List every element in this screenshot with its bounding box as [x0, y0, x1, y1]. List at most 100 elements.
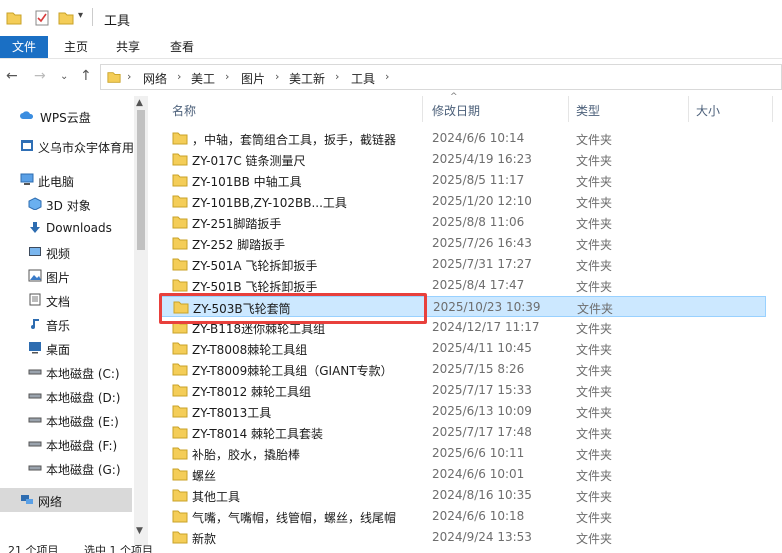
- folder-icon: [172, 426, 188, 439]
- breadcrumb-separator-icon: ›: [127, 70, 132, 83]
- address-row: ← → ⌄ ↑ › 网络 › 美工 › 图片 › 美工新 › 工具 ›: [0, 62, 782, 92]
- column-name[interactable]: 名称: [172, 102, 196, 119]
- table-row[interactable]: 气嘴，气嘴帽，线管帽，螺丝，线尾帽 2024/6/6 10:18 文件夹: [160, 506, 766, 527]
- file-type: 文件夹: [576, 490, 613, 504]
- music-icon: [31, 319, 39, 329]
- file-type: 文件夹: [576, 259, 613, 273]
- table-row[interactable]: ZY-101BB,ZY-102BB...工具 2025/1/20 12:10 文件夹: [160, 191, 766, 212]
- file-date: 2025/4/19 16:23: [432, 152, 532, 166]
- table-row[interactable]: ZY-T8008棘轮工具组 2025/4/11 10:45 文件夹: [160, 338, 766, 359]
- picture-icon: [28, 269, 42, 282]
- file-date: 2025/8/8 11:06: [432, 215, 525, 229]
- file-name: ZY-T8008棘轮工具组: [192, 343, 308, 357]
- column-divider[interactable]: [772, 96, 773, 122]
- file-type: 文件夹: [576, 343, 613, 357]
- properties-icon[interactable]: [34, 10, 50, 26]
- scroll-down-icon[interactable]: ▼: [136, 526, 143, 536]
- folder-icon: [172, 174, 188, 187]
- file-name: ZY-501A 飞轮拆卸扳手: [192, 259, 318, 273]
- video-icon: [29, 247, 41, 256]
- column-type[interactable]: 类型: [576, 102, 600, 119]
- file-date: 2025/8/5 11:17: [432, 173, 525, 187]
- back-arrow-icon[interactable]: ←: [6, 68, 18, 84]
- cube-icon: [28, 197, 42, 210]
- file-date: 2024/6/6 10:14: [432, 131, 525, 145]
- sidebar-item-drive-d[interactable]: 本地磁盘 (D:): [0, 384, 132, 408]
- forward-arrow-icon[interactable]: →: [34, 68, 46, 84]
- tab-home[interactable]: 主页: [54, 36, 98, 58]
- sidebar-item-drive-f[interactable]: 本地磁盘 (F:): [0, 432, 132, 456]
- item-count: 21 个项目: [8, 544, 59, 553]
- breadcrumb-meigong[interactable]: 美工: [191, 70, 215, 87]
- sidebar-item-wps-cloud[interactable]: WPS云盘: [0, 104, 132, 128]
- sidebar-item-yiwu[interactable]: 义乌市众宇体育用: [0, 134, 134, 158]
- column-size[interactable]: 大小: [696, 102, 720, 119]
- file-type: 文件夹: [576, 322, 613, 336]
- sidebar-item-downloads[interactable]: Downloads: [0, 216, 132, 240]
- scroll-up-icon[interactable]: ▲: [136, 98, 143, 108]
- table-row[interactable]: ZY-T8014 棘轮工具套装 2025/7/17 17:48 文件夹: [160, 422, 766, 443]
- table-row[interactable]: ZY-T8013工具 2025/6/13 10:09 文件夹: [160, 401, 766, 422]
- breadcrumb-pictures[interactable]: 图片: [241, 70, 265, 87]
- table-row[interactable]: ZY-101BB 中轴工具 2025/8/5 11:17 文件夹: [160, 170, 766, 191]
- file-name: ZY-252 脚踏扳手: [192, 238, 286, 252]
- column-divider[interactable]: [568, 96, 569, 122]
- sidebar-item-videos[interactable]: 视频: [0, 240, 132, 264]
- file-type: 文件夹: [576, 154, 613, 168]
- folder-icon: [172, 153, 188, 166]
- table-row[interactable]: 螺丝 2024/6/6 10:01 文件夹: [160, 464, 766, 485]
- sidebar-item-drive-g[interactable]: 本地磁盘 (G:): [0, 456, 132, 480]
- table-row[interactable]: ，中轴，套筒组合工具，扳手，截链器 2024/6/6 10:14 文件夹: [160, 128, 766, 149]
- navigation-scrollbar[interactable]: ▲ ▼: [134, 96, 148, 546]
- file-name: ZY-101BB,ZY-102BB...工具: [192, 196, 347, 210]
- desktop-icon: [29, 342, 41, 354]
- column-divider[interactable]: [688, 96, 689, 122]
- tab-file[interactable]: 文件: [0, 36, 48, 58]
- sidebar-item-pictures[interactable]: 图片: [0, 264, 132, 288]
- table-row[interactable]: ZY-T8012 棘轮工具组 2025/7/17 15:33 文件夹: [160, 380, 766, 401]
- sidebar-item-drive-e[interactable]: 本地磁盘 (E:): [0, 408, 132, 432]
- sidebar-item-music[interactable]: 音乐: [0, 312, 132, 336]
- table-row[interactable]: ZY-T8009棘轮工具组（GIANT专款） 2025/7/15 8:26 文件夹: [160, 359, 766, 380]
- quick-access-dropdown-icon[interactable]: ▾: [78, 10, 83, 21]
- breadcrumb-tools[interactable]: 工具: [351, 70, 375, 87]
- breadcrumb-network[interactable]: 网络: [143, 70, 167, 87]
- table-row[interactable]: ZY-252 脚踏扳手 2025/7/26 16:43 文件夹: [160, 233, 766, 254]
- sidebar-item-3d-objects[interactable]: 3D 对象: [0, 192, 132, 216]
- address-bar[interactable]: › 网络 › 美工 › 图片 › 美工新 › 工具 ›: [100, 64, 782, 90]
- file-date: 2024/6/6 10:18: [432, 509, 525, 523]
- file-date: 2024/8/16 10:35: [432, 488, 532, 502]
- file-type: 文件夹: [576, 385, 613, 399]
- sidebar-item-desktop[interactable]: 桌面: [0, 336, 132, 360]
- table-row[interactable]: ZY-501A 飞轮拆卸扳手 2025/7/31 17:27 文件夹: [160, 254, 766, 275]
- column-header: ^ 名称 修改日期 类型 大小: [160, 92, 782, 122]
- sidebar-item-drive-c[interactable]: 本地磁盘 (C:): [0, 360, 132, 384]
- new-folder-icon[interactable]: [58, 10, 74, 26]
- table-row[interactable]: 其他工具 2024/8/16 10:35 文件夹: [160, 485, 766, 506]
- file-date: 2025/7/26 16:43: [432, 236, 532, 250]
- tab-share[interactable]: 共享: [106, 36, 150, 58]
- sidebar-item-documents[interactable]: 文档: [0, 288, 132, 312]
- file-type: 文件夹: [576, 133, 613, 147]
- column-divider[interactable]: [422, 96, 423, 122]
- table-row[interactable]: ZY-251脚踏扳手 2025/8/8 11:06 文件夹: [160, 212, 766, 233]
- sort-ascending-icon: ^: [450, 92, 458, 102]
- file-name: 螺丝: [192, 469, 217, 483]
- drive-icon: [28, 417, 42, 423]
- breadcrumb-separator-icon: ›: [385, 70, 390, 83]
- column-date[interactable]: 修改日期: [432, 102, 480, 119]
- up-arrow-icon[interactable]: ↑: [80, 68, 92, 84]
- file-date: 2024/12/17 11:17: [432, 320, 540, 334]
- folder-icon: [172, 258, 188, 271]
- recent-locations-icon[interactable]: ⌄: [60, 71, 68, 82]
- file-name: ZY-T8012 棘轮工具组: [192, 385, 312, 399]
- sidebar-item-network[interactable]: 网络: [0, 488, 132, 512]
- tab-view[interactable]: 查看: [160, 36, 204, 58]
- breadcrumb-meigongxin[interactable]: 美工新: [289, 70, 325, 87]
- table-row[interactable]: ZY-017C 链条测量尺 2025/4/19 16:23 文件夹: [160, 149, 766, 170]
- scrollbar-thumb[interactable]: [137, 110, 145, 250]
- breadcrumb-separator-icon: ›: [225, 70, 230, 83]
- table-row[interactable]: 补胎，胶水，撬胎棒 2025/6/6 10:11 文件夹: [160, 443, 766, 464]
- sidebar-item-this-pc[interactable]: 此电脑: [0, 168, 132, 192]
- breadcrumb-separator-icon: ›: [335, 70, 340, 83]
